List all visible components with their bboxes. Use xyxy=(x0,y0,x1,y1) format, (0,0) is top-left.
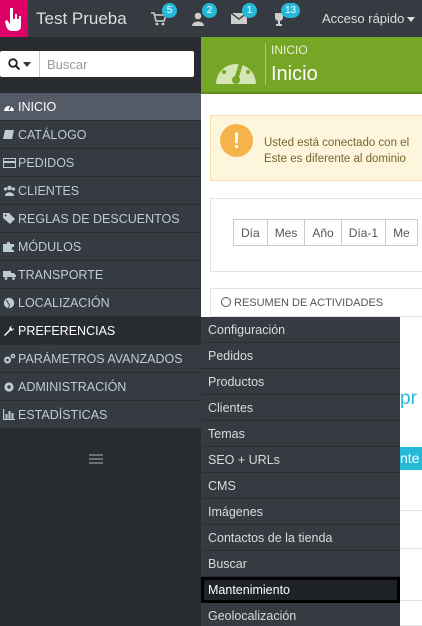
submenu-item-mantenimiento[interactable]: Mantenimiento xyxy=(201,577,400,603)
sidebar-item-label: Catálogo xyxy=(18,127,87,142)
alert-text: Usted está conectado con el Este es dife… xyxy=(264,135,409,167)
quick-access-label: Acceso rápido xyxy=(322,11,405,26)
sidebar-item-label: Pedidos xyxy=(18,155,75,170)
submenu-item-configuracion[interactable]: Configuración xyxy=(201,317,400,343)
date-range-panel: Día Mes Año Día-1 Me xyxy=(210,198,422,272)
sidebar-item-label: Preferencias xyxy=(18,323,116,338)
wrench-icon xyxy=(2,325,16,337)
sidebar-item-label: Localización xyxy=(18,295,110,310)
sidebar-item-transporte[interactable]: Transporte xyxy=(0,261,201,289)
page-header: INICIO Inicio xyxy=(201,37,422,92)
submenu-item-geolocalizacion[interactable]: Geolocalización xyxy=(201,603,400,626)
date-previous-month-button[interactable]: Me xyxy=(385,219,418,246)
customers-badge: 2 xyxy=(202,3,217,18)
top-bar: Test Prueba 5 2 1 13 Acceso rápido xyxy=(0,0,422,37)
submenu-item-contactos-de-la-tienda[interactable]: Contactos de la tienda xyxy=(201,525,400,551)
search-type-button[interactable] xyxy=(0,51,40,77)
sidebar-item-localizacion[interactable]: Localización xyxy=(0,289,201,317)
sidebar-item-preferencias[interactable]: Preferencias xyxy=(0,317,201,345)
clock-icon xyxy=(221,297,231,307)
puzzle-icon xyxy=(2,241,16,253)
credit-card-icon xyxy=(2,157,16,169)
shop-name[interactable]: Test Prueba xyxy=(36,9,127,29)
submenu-item-buscar[interactable]: Buscar xyxy=(201,551,400,577)
submenu-item-seo-urls[interactable]: SEO + URLs xyxy=(201,447,400,473)
preferencias-submenu: Configuración Pedidos Productos Clientes… xyxy=(201,317,400,626)
submenu-item-productos[interactable]: Productos xyxy=(201,369,400,395)
sidebar-item-modulos[interactable]: Módulos xyxy=(0,233,201,261)
submenu-item-imagenes[interactable]: Imágenes xyxy=(201,499,400,525)
date-range-buttons: Día Mes Año Día-1 Me xyxy=(233,219,418,246)
dashboard-icon xyxy=(2,101,16,113)
sidebar-item-label: Administración xyxy=(18,379,127,394)
activity-panel-header: Resumen de actividades xyxy=(211,289,422,317)
dashboard-icon xyxy=(216,55,256,84)
header-border xyxy=(201,92,422,94)
sidebar-item-label: Inicio xyxy=(18,99,57,114)
breadcrumb[interactable]: INICIO xyxy=(271,43,308,57)
alert-line-2: Este es diferente al dominio xyxy=(264,153,406,165)
sidebar-item-label: Parámetros avanzados xyxy=(18,351,183,366)
activity-button-fragment[interactable]: nte xyxy=(398,447,422,470)
sidebar-item-catalogo[interactable]: Catálogo xyxy=(0,121,201,149)
cogs-icon xyxy=(2,353,16,365)
sidebar-item-label: Módulos xyxy=(18,239,82,254)
search-input[interactable] xyxy=(42,51,192,77)
page-title: Inicio xyxy=(271,63,318,85)
menu-collapse-icon[interactable] xyxy=(89,454,103,466)
alert-line-1: Usted está conectado con el xyxy=(264,137,410,149)
activity-link-fragment[interactable]: pr xyxy=(400,388,417,410)
orders-badge: 5 xyxy=(162,3,177,18)
header-divider xyxy=(265,43,266,85)
search-icon xyxy=(8,58,20,70)
date-month-button[interactable]: Mes xyxy=(266,219,306,246)
sidebar-item-label: Estadísticas xyxy=(18,407,108,422)
main-menu: Inicio Catálogo Pedidos Clientes Reglas … xyxy=(0,93,201,429)
sidebar-item-inicio[interactable]: Inicio xyxy=(0,93,201,121)
book-icon xyxy=(2,129,16,141)
quick-access-dropdown[interactable]: Acceso rápido xyxy=(322,11,416,26)
truck-icon xyxy=(2,269,16,281)
submenu-item-cms[interactable]: CMS xyxy=(201,473,400,499)
activity-title: Resumen de actividades xyxy=(234,297,384,309)
submenu-item-pedidos[interactable]: Pedidos xyxy=(201,343,400,369)
messages-badge: 1 xyxy=(242,3,257,18)
caret-down-icon xyxy=(407,17,416,23)
sidebar-item-label: Reglas de descuentos xyxy=(18,211,180,226)
sidebar-item-label: Clientes xyxy=(18,183,80,198)
sidebar-item-administracion[interactable]: Administración xyxy=(0,373,201,401)
sidebar: Inicio Catálogo Pedidos Clientes Reglas … xyxy=(0,37,201,626)
sidebar-item-parametros-avanzados[interactable]: Parámetros avanzados xyxy=(0,345,201,373)
sidebar-item-reglas-de-descuentos[interactable]: Reglas de descuentos xyxy=(0,205,201,233)
divider xyxy=(400,600,422,601)
submenu-item-clientes[interactable]: Clientes xyxy=(201,395,400,421)
sidebar-item-clientes[interactable]: Clientes xyxy=(0,177,201,205)
cog-icon xyxy=(2,381,16,393)
sidebar-item-estadisticas[interactable]: Estadísticas xyxy=(0,401,201,429)
warning-icon: ! xyxy=(220,124,253,157)
sidebar-item-label: Transporte xyxy=(18,267,104,282)
domain-warning-alert: ! Usted está conectado con el Este es di… xyxy=(210,115,422,181)
divider xyxy=(400,548,422,549)
date-day-button[interactable]: Día xyxy=(233,219,268,246)
users-icon xyxy=(2,185,16,197)
bar-chart-icon xyxy=(2,409,16,421)
globe-icon xyxy=(2,297,16,309)
caret-down-icon xyxy=(23,61,31,67)
tag-icon xyxy=(2,213,16,225)
sidebar-item-pedidos[interactable]: Pedidos xyxy=(0,149,201,177)
submenu-item-temas[interactable]: Temas xyxy=(201,421,400,447)
search-box xyxy=(0,51,194,77)
trophies-badge: 13 xyxy=(281,3,301,18)
date-year-button[interactable]: Año xyxy=(304,219,342,246)
divider xyxy=(400,510,422,511)
prestashop-logo-icon[interactable] xyxy=(0,0,28,37)
date-previous-day-button[interactable]: Día-1 xyxy=(340,219,387,246)
